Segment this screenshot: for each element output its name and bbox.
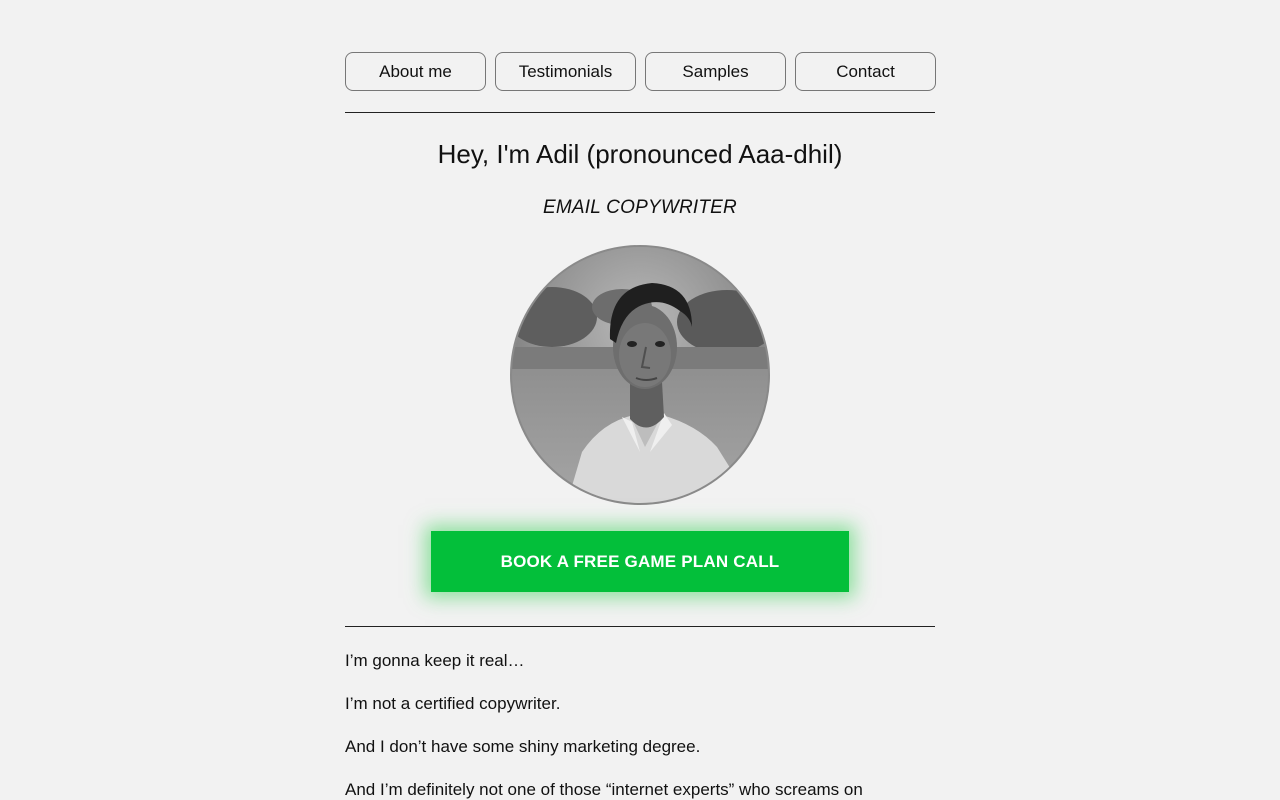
- intro-paragraph: I’m not a certified copywriter.: [345, 694, 561, 713]
- page-title: Hey, I'm Adil (pronounced Aaa-dhil): [437, 139, 843, 169]
- portrait-illustration: [512, 247, 768, 503]
- top-nav: About me Testimonials Samples Contact: [345, 52, 936, 91]
- page: About me Testimonials Samples Contact He…: [345, 0, 936, 800]
- avatar-container: [345, 245, 935, 505]
- nav-testimonials-button[interactable]: Testimonials: [495, 52, 636, 91]
- intro-paragraph: And I’m definitely not one of those “int…: [345, 780, 863, 799]
- book-call-button[interactable]: BOOK A FREE GAME PLAN CALL: [431, 531, 849, 592]
- intro-paragraph: I’m gonna keep it real…: [345, 651, 525, 670]
- nav-about-me-button[interactable]: About me: [345, 52, 486, 91]
- divider-bottom: [345, 626, 935, 627]
- intro-text: I’m gonna keep it real… I’m not a certif…: [345, 651, 935, 800]
- cta-container: BOOK A FREE GAME PLAN CALL: [345, 531, 935, 592]
- avatar-photo: [510, 245, 770, 505]
- nav-contact-button[interactable]: Contact: [795, 52, 936, 91]
- page-subtitle: EMAIL COPYWRITER: [543, 197, 737, 218]
- divider-top: [345, 112, 935, 113]
- nav-samples-button[interactable]: Samples: [645, 52, 786, 91]
- intro-paragraph: And I don’t have some shiny marketing de…: [345, 737, 701, 756]
